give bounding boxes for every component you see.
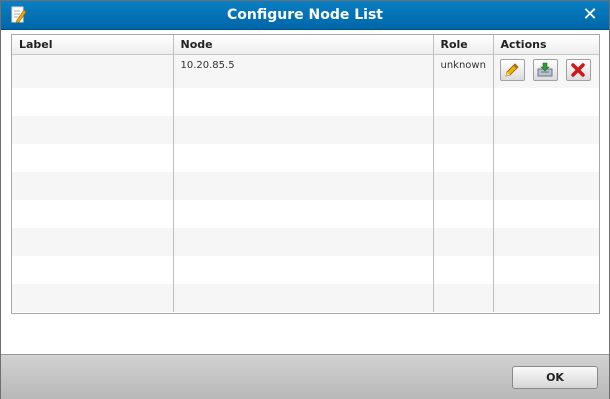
column-header-actions: Actions [493,35,599,55]
cell-label [12,54,174,88]
column-header-role[interactable]: Role [433,35,494,55]
close-icon[interactable]: ✕ [581,5,599,25]
column-header-node[interactable]: Node [173,35,434,55]
cell-actions [493,54,599,88]
node-list-grid: Label Node Role Actions 10.20.85.5 unkno… [11,34,600,314]
dialog-content: Label Node Role Actions 10.20.85.5 unkno… [1,30,609,354]
ok-button[interactable]: OK [512,366,598,389]
table-row [12,116,599,144]
table-row [12,144,599,172]
node-list-table: Label Node Role Actions 10.20.85.5 unkno… [12,35,599,312]
table-row [12,172,599,200]
table-row [12,256,599,284]
download-tray-icon[interactable] [532,59,558,81]
cell-role: unknown [433,54,494,88]
edit-pencil-icon[interactable] [499,59,525,81]
dialog-titlebar[interactable]: Configure Node List ✕ [1,1,609,30]
cell-node: 10.20.85.5 [173,54,434,88]
table-row [12,228,599,256]
table-row[interactable]: 10.20.85.5 unknown [12,54,599,88]
column-header-label[interactable]: Label [12,35,174,55]
table-row [12,88,599,116]
table-row [12,200,599,228]
delete-x-icon[interactable] [565,59,591,81]
dialog-title: Configure Node List [227,7,383,23]
dialog-footer: OK [1,354,609,399]
configure-node-list-dialog: Configure Node List ✕ Label Node Role Ac… [0,0,610,399]
table-row [12,284,599,312]
